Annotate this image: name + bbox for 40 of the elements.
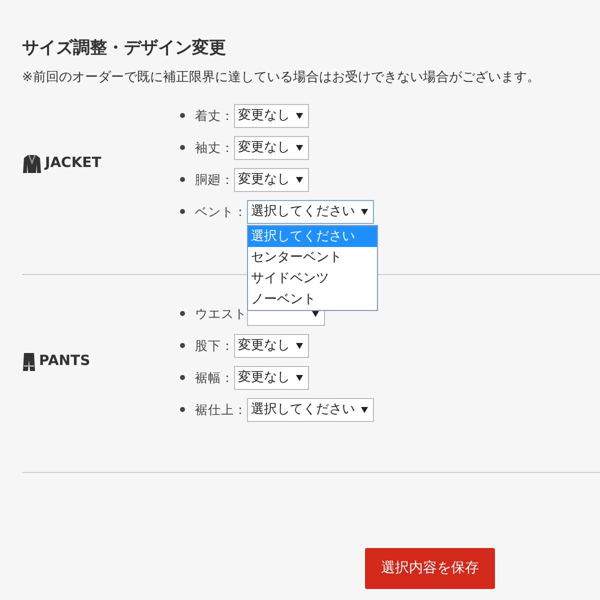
bullet-icon — [180, 113, 185, 118]
dropdown-option[interactable]: サイドベンツ — [248, 268, 377, 289]
caret-icon — [296, 342, 303, 349]
notice-text: ※前回のオーダーで既に補正限界に達している場合はお受けできない場合がございます。 — [22, 69, 541, 88]
pants-icon — [22, 352, 36, 372]
field-label: 股下： — [195, 336, 234, 355]
caret-icon — [361, 406, 368, 413]
field-label: 裾幅： — [195, 368, 234, 387]
field-label: 裾仕上： — [195, 400, 247, 419]
bullet-icon — [180, 177, 185, 182]
field-label: 袖丈： — [195, 138, 234, 157]
caret-icon — [296, 176, 303, 183]
bullet-icon — [180, 209, 185, 214]
dropdown-option[interactable]: ノーベント — [248, 288, 377, 310]
dropdown-select[interactable]: 変更なし — [234, 334, 309, 358]
section-title: サイズ調整・デザイン変更 — [22, 38, 227, 58]
dropdown-select[interactable]: 変更なし — [234, 136, 309, 160]
dropdown-select[interactable]: 変更なし — [234, 366, 309, 390]
dropdown-select[interactable]: 選択してください — [247, 200, 374, 224]
caret-icon — [296, 374, 303, 381]
bullet-icon — [180, 407, 185, 412]
caret-icon — [296, 144, 303, 151]
field-label: ベント： — [195, 202, 247, 221]
jacket-icon — [22, 154, 42, 174]
section-label: JACKET — [45, 154, 102, 174]
dropdown-select[interactable]: 変更なし — [234, 104, 309, 128]
dropdown-select[interactable]: 選択してください — [247, 398, 374, 422]
field-label: ウエスト — [195, 304, 247, 323]
save-button[interactable]: 選択内容を保存 — [365, 548, 495, 589]
bullet-icon — [180, 375, 185, 380]
bullet-icon — [180, 311, 185, 316]
section-label: PANTS — [39, 352, 90, 372]
field-label: 胴廻： — [195, 170, 234, 189]
caret-icon — [361, 208, 368, 215]
field-label: 着丈： — [195, 106, 234, 125]
caret-icon — [296, 112, 303, 119]
dropdown-select[interactable]: 変更なし — [234, 168, 309, 192]
dropdown-option[interactable]: センターベント — [248, 246, 377, 268]
bullet-icon — [180, 145, 185, 150]
bullet-icon — [180, 343, 185, 348]
